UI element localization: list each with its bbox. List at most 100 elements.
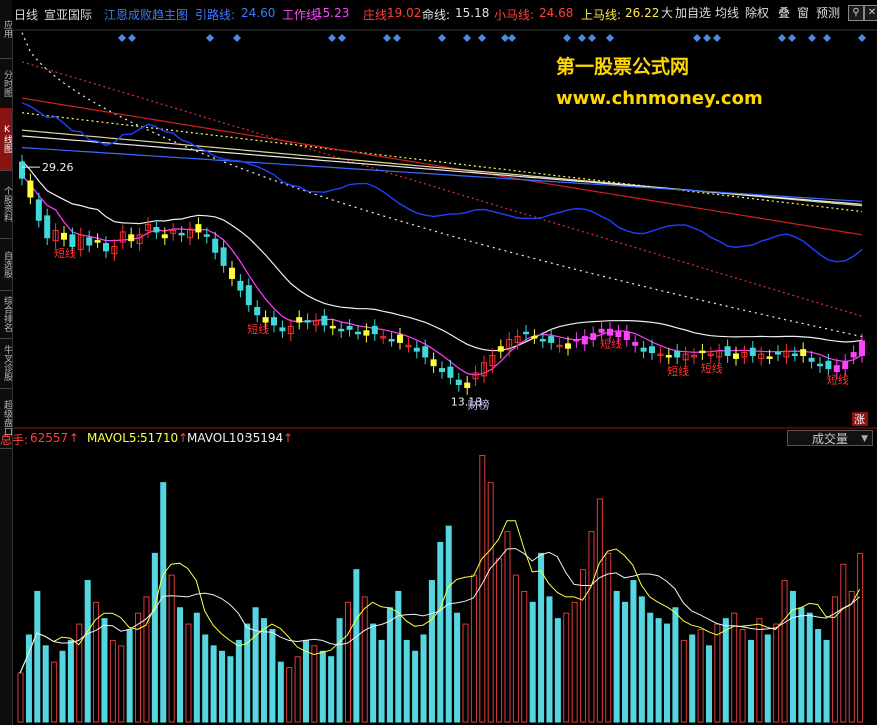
candle-body-23 <box>212 238 219 253</box>
candle-body-68 <box>590 333 597 340</box>
total-volume-label: 总手: <box>0 433 29 447</box>
volume-bar-48 <box>420 634 427 723</box>
volume-bar-100 <box>857 552 864 723</box>
candle-body-72 <box>623 331 630 340</box>
candle-body-8 <box>86 237 93 246</box>
volume-bar-63 <box>546 596 553 723</box>
volume-bar-88 <box>756 618 763 723</box>
volume-bar-53 <box>462 623 469 723</box>
marker-diamond-2 <box>206 34 214 42</box>
volume-bar-79 <box>680 639 687 723</box>
candle-body-36 <box>321 315 328 326</box>
volume-bar-71 <box>613 590 620 723</box>
candle-body-75 <box>649 346 655 354</box>
watermark-title: 第一股票公式网 <box>556 56 690 78</box>
candle-body-31 <box>279 327 286 332</box>
volume-bar-44 <box>386 607 393 723</box>
volume-bar-3 <box>42 645 49 723</box>
candle-body-73 <box>632 341 639 346</box>
volume-bar-8 <box>84 580 91 723</box>
marker-diamond-17 <box>693 34 701 42</box>
volume-bar-82 <box>705 645 713 723</box>
volume-bar-30 <box>269 629 276 723</box>
volume-bar-47 <box>412 650 419 723</box>
candle-body-34 <box>304 320 311 323</box>
candle-body-98 <box>842 360 849 370</box>
volume-bar-90 <box>773 623 780 723</box>
volume-bar-39 <box>344 601 351 723</box>
short-term-label-1: 短线 <box>247 322 269 336</box>
volume-bar-67 <box>580 569 587 723</box>
side-tab-5[interactable]: 综合排名 <box>0 290 12 339</box>
ma-magenta <box>21 174 863 376</box>
candle-body-69 <box>598 328 605 333</box>
candle-body-1 <box>27 180 34 198</box>
ma-blue-wave <box>21 102 863 263</box>
candle-body-44 <box>388 338 395 342</box>
side-tab-6[interactable]: 牛叉诊股 <box>0 338 12 389</box>
candle-body-97 <box>833 365 840 372</box>
side-tab-3[interactable]: 个股资料 <box>0 170 12 239</box>
marker-diamond-22 <box>808 34 816 42</box>
side-tab-1[interactable]: 分时图 <box>0 58 12 109</box>
candle-body-62 <box>539 338 546 342</box>
side-tab-4[interactable]: 自选股 <box>0 238 12 291</box>
marker-diamond-6 <box>383 34 391 42</box>
mavol10-up-arrow: ↑ <box>283 431 294 445</box>
candle-body-74 <box>640 347 647 352</box>
volume-bar-13 <box>126 629 133 723</box>
volume-bar-78 <box>672 607 679 723</box>
short-term-label-2: 短线 <box>600 336 622 350</box>
marker-diamond-3 <box>233 34 241 42</box>
volume-bar-43 <box>378 639 385 723</box>
volume-bar-83 <box>714 623 721 723</box>
volume-indicator-select[interactable]: 成交量 ▼ <box>787 430 873 446</box>
volume-bar-70 <box>605 552 612 723</box>
marker-diamond-7 <box>393 34 401 42</box>
volume-bar-81 <box>697 629 704 723</box>
volume-bar-99 <box>848 590 855 723</box>
volume-bar-33 <box>294 656 301 723</box>
volume-bar-62 <box>538 552 545 723</box>
marker-diamond-9 <box>463 34 471 42</box>
volume-bar-27 <box>244 623 251 723</box>
candle-body-24 <box>220 247 227 266</box>
rise-badge: 涨 <box>854 413 865 426</box>
candle-body-51 <box>447 366 454 378</box>
candle-body-3 <box>44 215 51 239</box>
volume-bar-22 <box>202 634 209 723</box>
marker-diamond-24 <box>858 34 866 42</box>
candle-body-63 <box>548 336 555 343</box>
volume-bar-73 <box>630 580 637 723</box>
volume-bar-42 <box>370 623 377 723</box>
marker-diamond-13 <box>563 34 571 42</box>
candle-body-61 <box>531 336 538 339</box>
volume-bar-95 <box>815 629 822 723</box>
volume-bar-10 <box>101 618 108 723</box>
candle-body-38 <box>338 328 345 332</box>
volume-bar-16 <box>151 552 158 723</box>
candle-body-49 <box>430 359 437 367</box>
candle-body-95 <box>817 363 823 367</box>
marker-diamond-15 <box>588 34 596 42</box>
mavol5-label: MAVOL5: <box>87 431 141 445</box>
candle-body-66 <box>573 338 580 342</box>
watermark-url: www.chnmoney.com <box>556 88 763 109</box>
side-tab-2[interactable]: K线图 <box>0 108 12 171</box>
volume-bar-17 <box>160 482 167 723</box>
candle-body-22 <box>203 234 210 237</box>
volume-bar-29 <box>260 618 268 723</box>
marker-diamond-0 <box>118 34 126 42</box>
candle-body-6 <box>69 234 76 247</box>
marker-diamond-4 <box>328 34 336 42</box>
rank-label: 财榜 <box>468 398 490 412</box>
volume-bar-23 <box>210 645 217 723</box>
volume-bar-12 <box>118 645 125 723</box>
volume-bar-25 <box>227 656 234 723</box>
volume-indicator-label: 成交量 <box>812 432 849 446</box>
volume-bar-91 <box>781 580 788 723</box>
candle-body-48 <box>422 346 429 358</box>
side-tab-0[interactable]: 应用 <box>0 0 12 59</box>
volume-bar-86 <box>739 629 746 723</box>
marker-diamond-21 <box>788 34 796 42</box>
